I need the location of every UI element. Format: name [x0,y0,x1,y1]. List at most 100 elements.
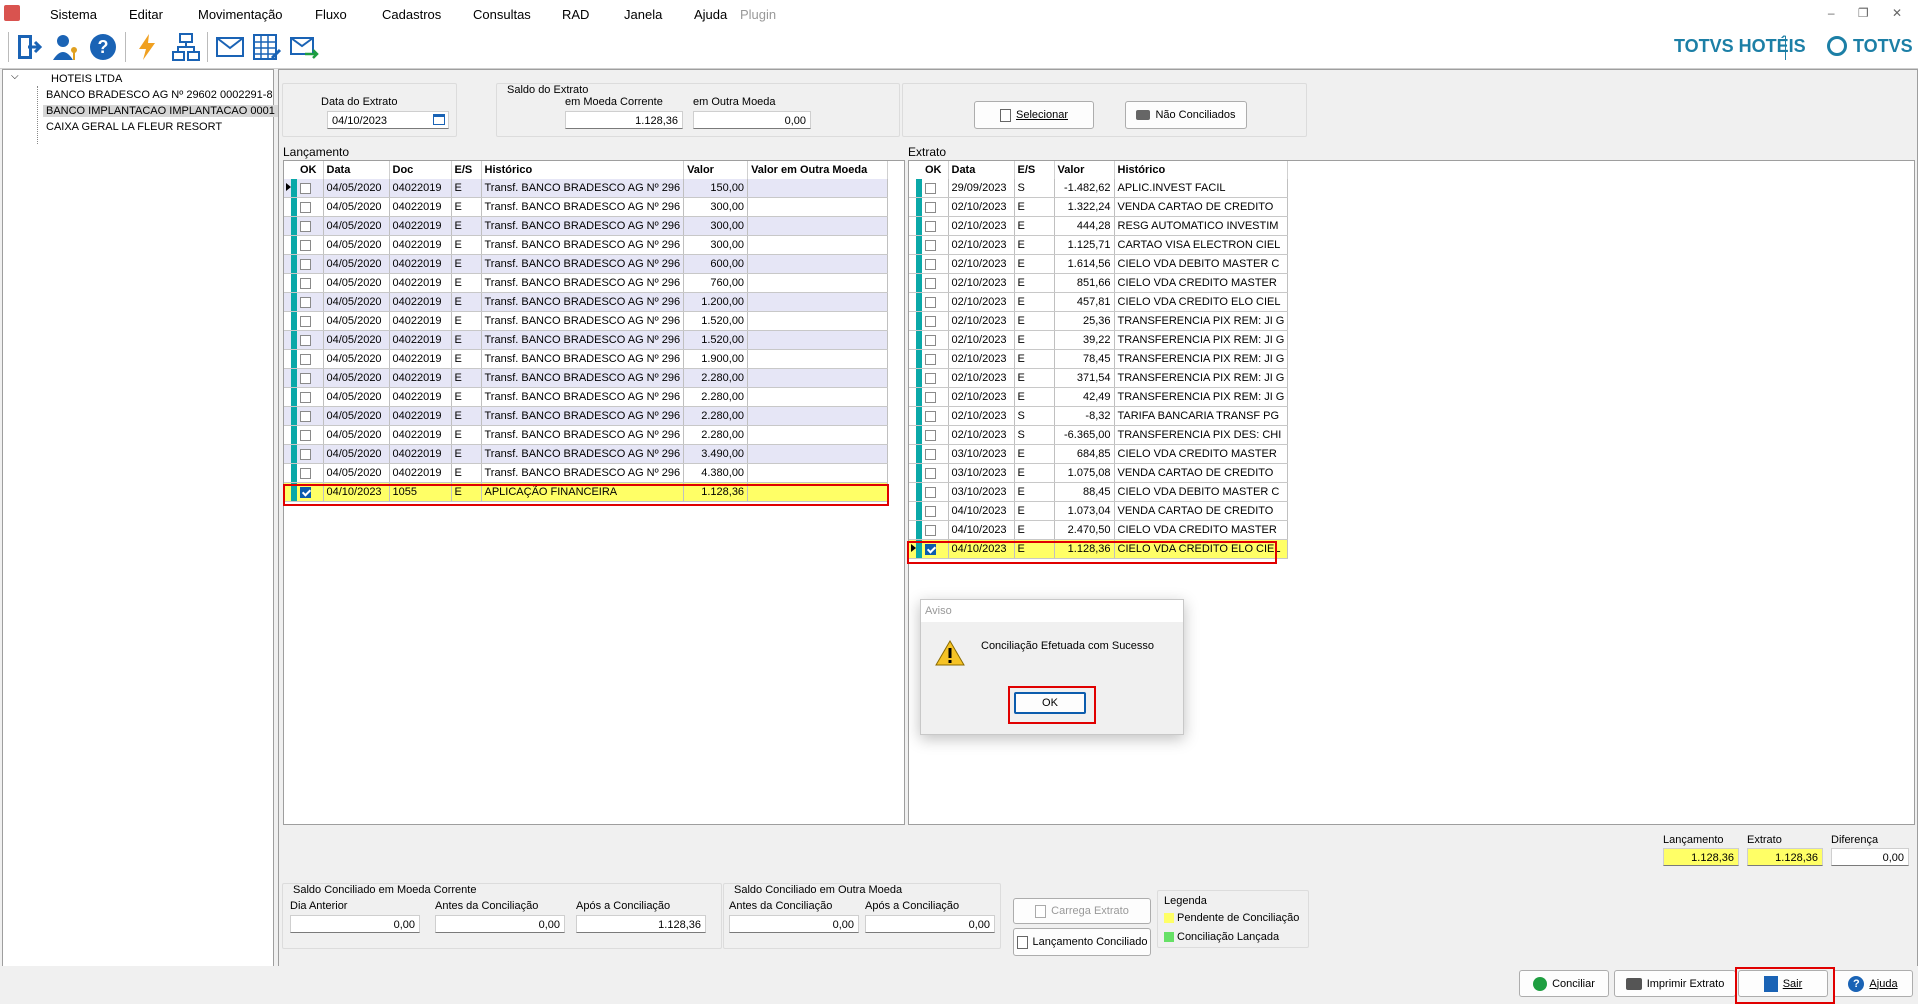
carrega-extrato-button[interactable]: Carrega Extrato [1013,898,1151,924]
ok-checkbox[interactable] [925,239,936,251]
lancamento-row[interactable]: 04/05/2020 04022019 E Transf. BANCO BRADESC… [284,179,889,198]
ok-checkbox-cell[interactable] [297,273,324,293]
menu-editar[interactable]: Editar [129,7,163,22]
window-controls[interactable]: – ❐ ✕ [1828,6,1912,20]
col-es[interactable]: E/S [451,161,482,179]
ok-checkbox-cell[interactable] [922,273,949,293]
menu-janela[interactable]: Janela [624,7,662,22]
menu-cadastros[interactable]: Cadastros [382,7,441,22]
lancamento-row[interactable]: 04/05/2020 04022019 E Transf. BANCO BRADESC… [284,235,889,255]
tree-item-implantacao[interactable]: BANCO IMPLANTACAO IMPLANTACAO 0001 [43,105,278,117]
ok-checkbox-cell[interactable] [922,292,949,312]
ok-checkbox[interactable] [300,315,311,327]
sair-button[interactable]: Sair [1738,970,1828,997]
ok-checkbox-cell[interactable] [922,349,949,369]
extrato-row[interactable]: 02/10/2023 E 1.125,71 CARTAO VISA ELECTRON … [909,235,1289,255]
ok-checkbox[interactable] [925,543,936,555]
menu-fluxo[interactable]: Fluxo [315,7,347,22]
ok-checkbox[interactable] [300,277,311,289]
ok-checkbox[interactable] [925,220,936,232]
ok-checkbox-cell[interactable] [297,292,324,312]
ok-checkbox[interactable] [300,448,311,460]
imprimir-extrato-button[interactable]: Imprimir Extrato [1614,970,1736,997]
ok-checkbox[interactable] [925,410,936,422]
ok-checkbox-cell[interactable] [297,197,324,217]
ok-checkbox-cell[interactable] [922,235,949,255]
ok-checkbox-cell[interactable] [922,482,949,502]
ok-checkbox[interactable] [300,182,311,194]
col-historico[interactable]: Histórico [481,161,685,179]
conciliar-button[interactable]: Conciliar [1519,970,1609,997]
col-historico[interactable]: Histórico [1114,161,1289,179]
ok-checkbox-cell[interactable] [922,330,949,350]
nao-conciliados-button[interactable]: Não Conciliados [1125,101,1247,129]
ok-checkbox[interactable] [300,296,311,308]
ok-checkbox-cell[interactable] [297,330,324,350]
ok-checkbox[interactable] [925,524,936,536]
extrato-row[interactable]: 02/10/2023 E 25,36 TRANSFERENCIA PIX REM: J… [909,311,1289,331]
ok-checkbox[interactable] [925,315,936,327]
lancamento-conciliado-button[interactable]: Lançamento Conciliado [1013,928,1151,956]
calendar-icon[interactable] [433,114,445,125]
user-key-icon[interactable] [49,30,83,64]
lancamento-row[interactable]: 04/05/2020 04022019 E Transf. BANCO BRADESC… [284,463,889,483]
app-icon[interactable] [4,5,20,21]
ok-checkbox-cell[interactable] [922,425,949,445]
col-es[interactable]: E/S [1014,161,1055,179]
extrato-row[interactable]: 03/10/2023 E 1.075,08 VENDA CARTAO DE CREDI… [909,463,1289,483]
ok-checkbox[interactable] [300,201,311,213]
col-valor[interactable]: Valor [683,161,749,179]
ok-button[interactable]: OK [1014,692,1086,714]
ok-checkbox[interactable] [300,410,311,422]
ok-checkbox-cell[interactable] [297,216,324,236]
ok-checkbox[interactable] [925,505,936,517]
lancamento-row[interactable]: 04/05/2020 04022019 E Transf. BANCO BRADESC… [284,349,889,369]
col-valor[interactable]: Valor [1054,161,1115,179]
lancamento-row[interactable]: 04/05/2020 04022019 E Transf. BANCO BRADESC… [284,197,889,217]
ok-checkbox[interactable] [925,486,936,498]
ok-checkbox-cell[interactable] [922,387,949,407]
ok-checkbox[interactable] [300,353,311,365]
tree-root[interactable]: HOTEIS LTDA [51,73,122,85]
moeda-corrente-field[interactable]: 1.128,36 [565,111,683,129]
ok-checkbox-cell[interactable] [922,501,949,521]
outra-moeda-field[interactable]: 0,00 [693,111,811,129]
extrato-row[interactable]: 02/10/2023 E 39,22 TRANSFERENCIA PIX REM: J… [909,330,1289,350]
extrato-row[interactable]: 29/09/2023 S -1.482,62 APLIC.INVEST FACIL [909,179,1289,198]
lancamento-row[interactable]: 04/05/2020 04022019 E Transf. BANCO BRADESC… [284,406,889,426]
ok-checkbox[interactable] [300,429,311,441]
menu-consultas[interactable]: Consultas [473,7,531,22]
col-ok[interactable]: OK [297,161,324,179]
extrato-row[interactable]: 02/10/2023 S -8,32 TARIFA BANCARIA TRANSF P… [909,406,1289,426]
ok-checkbox[interactable] [300,258,311,270]
extrato-row[interactable]: 02/10/2023 E 444,28 RESG AUTOMATICO INVESTI… [909,216,1289,236]
ok-checkbox[interactable] [925,429,936,441]
extrato-row[interactable]: 02/10/2023 E 851,66 CIELO VDA CREDITO MASTE… [909,273,1289,293]
tree-collapse-icon[interactable]: ⌵ [11,71,19,82]
mail-icon[interactable] [213,30,247,64]
extrato-row[interactable]: 02/10/2023 E 457,81 CIELO VDA CREDITO ELO C… [909,292,1289,312]
ok-checkbox-cell[interactable] [297,387,324,407]
col-ok[interactable]: OK [922,161,949,179]
ok-checkbox-cell[interactable] [297,349,324,369]
extrato-row[interactable]: 02/10/2023 E 78,45 TRANSFERENCIA PIX REM: J… [909,349,1289,369]
ok-checkbox[interactable] [300,334,311,346]
lancamento-row[interactable]: 04/05/2020 04022019 E Transf. BANCO BRADESC… [284,292,889,312]
exit-icon[interactable] [12,30,46,64]
extrato-row[interactable]: 02/10/2023 E 42,49 TRANSFERENCIA PIX REM: J… [909,387,1289,407]
ok-checkbox[interactable] [925,296,936,308]
extrato-row[interactable]: 02/10/2023 E 371,54 TRANSFERENCIA PIX REM: … [909,368,1289,388]
ok-checkbox-cell[interactable] [922,463,949,483]
help-icon[interactable]: ? [86,30,120,64]
ok-checkbox-cell[interactable] [922,197,949,217]
mail-send-icon[interactable] [287,30,321,64]
lancamento-row[interactable]: 04/05/2020 04022019 E Transf. BANCO BRADESC… [284,216,889,236]
col-data[interactable]: Data [948,161,1015,179]
ok-checkbox-cell[interactable] [922,216,949,236]
ok-checkbox-cell[interactable] [922,406,949,426]
data-extrato-field[interactable]: 04/10/2023 [327,111,449,129]
extrato-row[interactable]: 04/10/2023 E 1.128,36 CIELO VDA CREDITO ELO… [909,539,1289,559]
ok-checkbox-cell[interactable] [297,368,324,388]
lancamento-row[interactable]: 04/05/2020 04022019 E Transf. BANCO BRADESC… [284,444,889,464]
ok-checkbox[interactable] [300,372,311,384]
